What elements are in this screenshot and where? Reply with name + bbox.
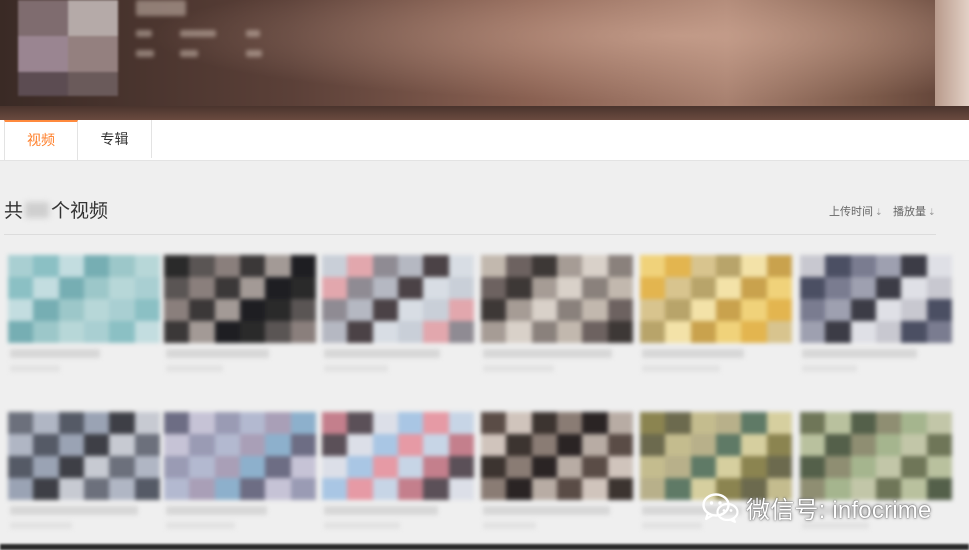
video-thumbnail[interactable] (800, 255, 952, 343)
video-title-blurred[interactable] (642, 349, 744, 358)
stat-value-blurred (246, 50, 262, 57)
video-title-blurred[interactable] (10, 506, 138, 515)
video-thumbnail[interactable] (164, 412, 316, 500)
video-thumbnail[interactable] (640, 412, 792, 500)
video-meta-blurred (802, 365, 857, 372)
banner-background (0, 0, 969, 120)
video-meta-blurred (642, 522, 702, 529)
video-meta-blurred (483, 365, 554, 372)
video-thumbnail[interactable] (8, 255, 160, 343)
video-thumbnail[interactable] (8, 412, 160, 500)
username-blurred (136, 0, 186, 16)
video-title-blurred[interactable] (166, 506, 267, 515)
sort-arrow-icon: ⇣ (875, 207, 883, 217)
stat-label-blurred (246, 30, 260, 37)
video-meta-blurred (166, 522, 235, 529)
stat-value-blurred (180, 50, 198, 57)
wechat-icon (702, 492, 739, 523)
avatar[interactable] (18, 0, 118, 96)
video-thumbnail[interactable] (322, 412, 474, 500)
video-thumbnail[interactable] (481, 255, 633, 343)
video-thumbnail[interactable] (322, 255, 474, 343)
stat-label-blurred (180, 30, 216, 37)
profile-banner (0, 0, 969, 120)
video-thumbnail[interactable] (481, 412, 633, 500)
video-meta-blurred (483, 522, 536, 529)
video-count-title: 共 个视频 (4, 196, 108, 223)
sort-arrow-icon: ⇣ (928, 207, 936, 217)
video-meta-blurred (10, 522, 72, 529)
stat-value-blurred (136, 50, 154, 57)
video-title-blurred[interactable] (10, 349, 100, 358)
count-number-blurred (25, 201, 50, 218)
video-meta-blurred (166, 365, 223, 372)
tab-albums[interactable]: 专辑 (78, 120, 152, 158)
video-title-blurred[interactable] (483, 506, 610, 515)
section-divider (4, 234, 936, 235)
sort-by-upload-time[interactable]: 上传时间 ⇣ (829, 203, 883, 219)
sort-plays-label: 播放量 (893, 206, 926, 218)
watermark-text: 微信号: infocrime (746, 497, 932, 524)
banner-edge (935, 0, 969, 120)
video-title-blurred[interactable] (802, 349, 917, 358)
watermark: 微信号: infocrime (702, 490, 932, 525)
sort-by-play-count[interactable]: 播放量 ⇣ (893, 203, 936, 219)
tab-videos[interactable]: 视频 (4, 120, 78, 160)
count-suffix: 个视频 (51, 201, 109, 222)
video-thumbnail[interactable] (640, 255, 792, 343)
banner-shadow (0, 106, 969, 120)
stat-label-blurred (136, 30, 152, 37)
video-title-blurred[interactable] (166, 349, 269, 358)
video-thumbnail[interactable] (800, 412, 952, 500)
video-thumbnail[interactable] (164, 255, 316, 343)
video-meta-blurred (10, 365, 60, 372)
bottom-edge (0, 544, 969, 550)
video-meta-blurred (324, 365, 388, 372)
video-title-blurred[interactable] (483, 349, 612, 358)
video-meta-blurred (324, 522, 400, 529)
sort-upload-label: 上传时间 (829, 206, 873, 218)
tab-bar: 视频 专辑 (0, 120, 969, 161)
video-meta-blurred (642, 365, 720, 372)
count-prefix: 共 (4, 201, 24, 222)
video-title-blurred[interactable] (324, 349, 440, 358)
video-title-blurred[interactable] (324, 506, 438, 515)
